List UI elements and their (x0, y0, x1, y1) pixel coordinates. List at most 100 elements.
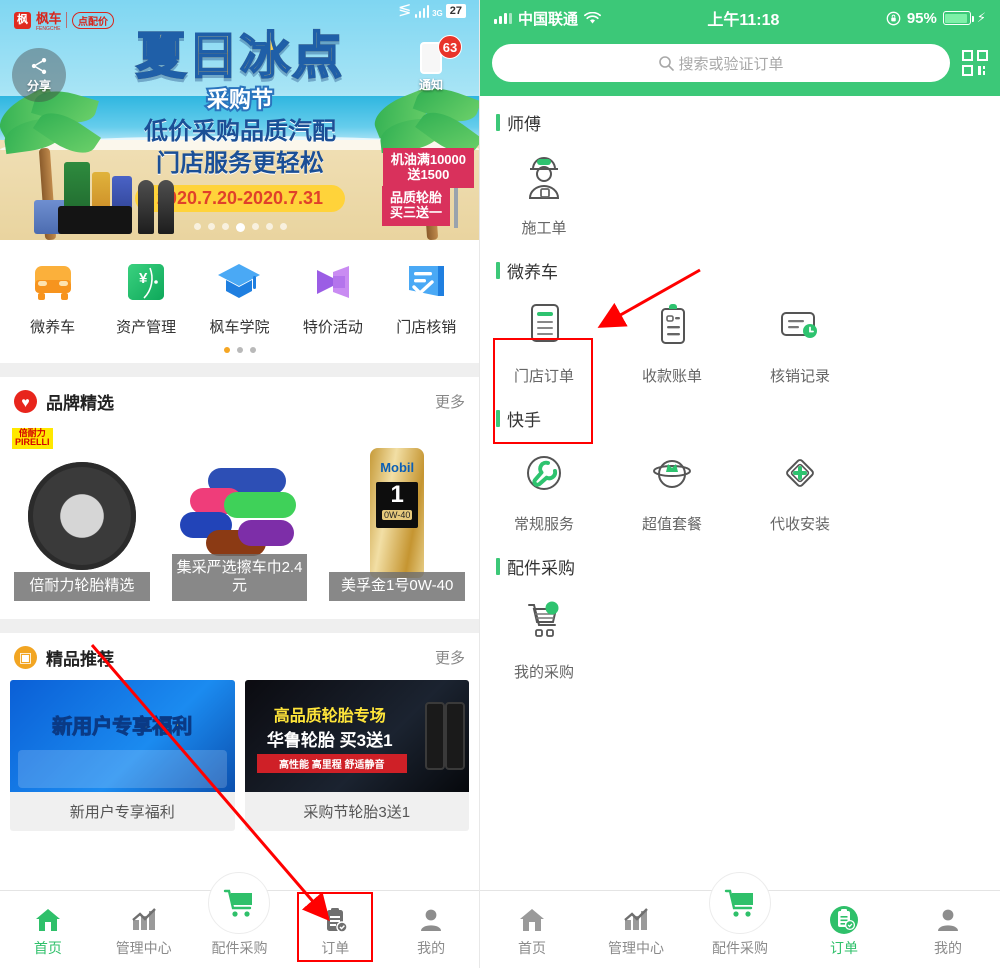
recommend-card-image: 新用户专享福利 (10, 680, 235, 792)
shopping-cart-icon (480, 595, 608, 647)
quick-entry-label: 资产管理 (116, 319, 177, 336)
tab-home[interactable]: 首页 (0, 905, 96, 968)
tab-label: 订单 (321, 940, 350, 956)
cart-icon (208, 872, 271, 934)
grid-item-payment-bill[interactable]: 收款账单 (608, 299, 736, 386)
brand-section-more-link[interactable]: 更多 (435, 391, 465, 412)
tab-label: 配件采购 (211, 940, 268, 956)
tab-mine[interactable]: 我的 (896, 905, 1000, 968)
logo-mark-icon: 枫 (14, 11, 31, 29)
signal-bars-icon (414, 5, 430, 18)
tab-parts-purchase[interactable]: 配件采购 (192, 872, 288, 968)
recommend-card[interactable]: 高品质轮胎专场 华鲁轮胎 买3送1 高性能 高里程 舒适静音 采购节轮胎3送1 (244, 680, 469, 831)
recommend-card-caption: 采购节轮胎3送1 (303, 804, 411, 821)
hud-number-label: 27 (445, 4, 466, 18)
tire-image (27, 462, 136, 570)
signal-bars-icon (494, 12, 512, 24)
graduation-cap-icon (213, 256, 265, 308)
grid-item-construction-order[interactable]: 施工单 (480, 151, 608, 238)
banner-pagination-dots[interactable] (0, 223, 479, 232)
quick-entry-pager[interactable] (0, 341, 479, 363)
quick-entry-label: 特价活动 (302, 319, 363, 336)
share-label: 分享 (26, 79, 51, 93)
quick-entry-special-offer[interactable]: 特价活动 (289, 256, 377, 337)
tab-orders[interactable]: 订单 (792, 905, 896, 968)
quick-entry-weiyangche[interactable]: 微养车 (9, 256, 97, 337)
recommend-section-more-link[interactable]: 更多 (435, 647, 465, 668)
car-icon (27, 256, 79, 308)
search-input[interactable]: 搜索或验证订单 (492, 44, 950, 82)
section-divider (0, 619, 479, 633)
grid-item-store-order[interactable]: 门店订单 (480, 299, 608, 386)
tab-home[interactable]: 首页 (480, 905, 584, 968)
quick-entry-asset-management[interactable]: ¥ 资产管理 (102, 256, 190, 337)
worker-helmet-icon (480, 151, 608, 203)
brand-card-caption: 集采严选擦车巾2.4元 (171, 553, 308, 601)
group-accent-bar (496, 262, 500, 279)
cart-icon (709, 872, 771, 934)
logo-pill-label: 点配价 (72, 11, 115, 29)
status-bar: 中国联通 上午11:18 95% ⚡ (480, 0, 1000, 36)
notification-button[interactable]: 通知 63 (408, 35, 462, 94)
group-accent-bar (496, 558, 500, 575)
banner-products-image (34, 140, 184, 234)
share-button[interactable]: 分享 (12, 48, 66, 102)
brand-card[interactable]: 集采严选擦车巾2.4元 (163, 424, 316, 609)
document-icon (480, 299, 608, 351)
svg-text:¥: ¥ (139, 270, 148, 287)
qr-scan-icon[interactable] (962, 50, 988, 76)
recommend-card-row: 新用户专享福利 新用户专享福利 高品质轮胎专场 华鲁轮胎 买3送1 高性能 高里… (0, 680, 479, 839)
app-logo: 枫 枫车 FENGCHE 点配价 (14, 8, 115, 32)
tab-label: 管理中心 (608, 940, 664, 956)
grid-item-label: 施工单 (521, 220, 567, 237)
towels-image (179, 468, 300, 564)
package-crown-icon (608, 447, 736, 499)
left-phone-screen: 枫 枫车 FENGCHE 点配价 ≶ 3G 27 分享 通知 63 夏日冰点 采… (0, 0, 480, 968)
status-bar-right: 95% ⚡ (886, 10, 986, 27)
left-bottom-tabbar: 首页 管理中心 配件采购 订单 我的 (0, 872, 479, 968)
tab-label: 首页 (518, 940, 546, 956)
pirelli-logo-icon: 倍耐力 PIRELLI (12, 428, 53, 449)
tab-management-center[interactable]: 管理中心 (96, 905, 192, 968)
clipboard-bill-icon (608, 299, 736, 351)
megaphone-icon (307, 256, 359, 308)
group-title: 微养车 (507, 263, 558, 282)
grid-item-label: 超值套餐 (641, 516, 702, 533)
notification-badge: 63 (438, 35, 462, 59)
tab-label: 我的 (934, 940, 962, 956)
grid-item-label: 我的采购 (513, 664, 574, 681)
person-icon (896, 905, 1000, 935)
grid-item-my-purchase[interactable]: 我的采购 (480, 595, 608, 682)
logo-divider (66, 12, 68, 28)
bottle-label: 1 0W-40 (376, 482, 419, 528)
group-title: 配件采购 (507, 559, 575, 578)
grid-item-value-package[interactable]: 超值套餐 (608, 447, 736, 534)
bottle-brand-label: Mobil (380, 460, 415, 475)
tab-label: 管理中心 (115, 940, 172, 956)
tab-orders[interactable]: 订单 (287, 905, 383, 968)
home-icon (0, 905, 96, 935)
quick-entry-store-verify[interactable]: 门店核销 (382, 256, 470, 337)
grid-item-regular-service[interactable]: 常规服务 (480, 447, 608, 534)
tab-parts-purchase[interactable]: 配件采购 (688, 872, 792, 968)
order-clipboard-icon (287, 905, 383, 935)
group-grid-kuaishou: 常规服务 超值套餐 代收安装 (480, 433, 1000, 540)
status-bar-left: 中国联通 (494, 8, 601, 29)
tab-management-center[interactable]: 管理中心 (584, 905, 688, 968)
quick-entry-label: 微养车 (30, 319, 76, 336)
brand-card[interactable]: Mobil 1 0W-40 美孚金1号0W-40 (321, 424, 474, 609)
tab-mine[interactable]: 我的 (383, 905, 479, 968)
promo-banner[interactable]: 枫 枫车 FENGCHE 点配价 ≶ 3G 27 分享 通知 63 夏日冰点 采… (0, 0, 479, 240)
group-title: 快手 (507, 411, 541, 430)
quick-entry-academy[interactable]: 枫车学院 (195, 256, 283, 337)
group-header-parts-purchase: 配件采购 (480, 540, 1000, 581)
recommend-banner-text-2: 华鲁轮胎 买3送1 (266, 731, 393, 750)
brand-card[interactable]: 倍耐力 PIRELLI 倍耐力轮胎精选 (6, 424, 158, 609)
group-title: 师傅 (507, 115, 541, 134)
grid-item-install-service[interactable]: 代收安装 (736, 447, 864, 534)
recommend-card[interactable]: 新用户专享福利 新用户专享福利 (10, 680, 235, 831)
card-clock-icon (736, 299, 864, 351)
recommend-card-caption: 新用户专享福利 (69, 804, 175, 821)
grid-item-verification-record[interactable]: 核销记录 (736, 299, 864, 386)
rotation-lock-icon (886, 11, 901, 25)
